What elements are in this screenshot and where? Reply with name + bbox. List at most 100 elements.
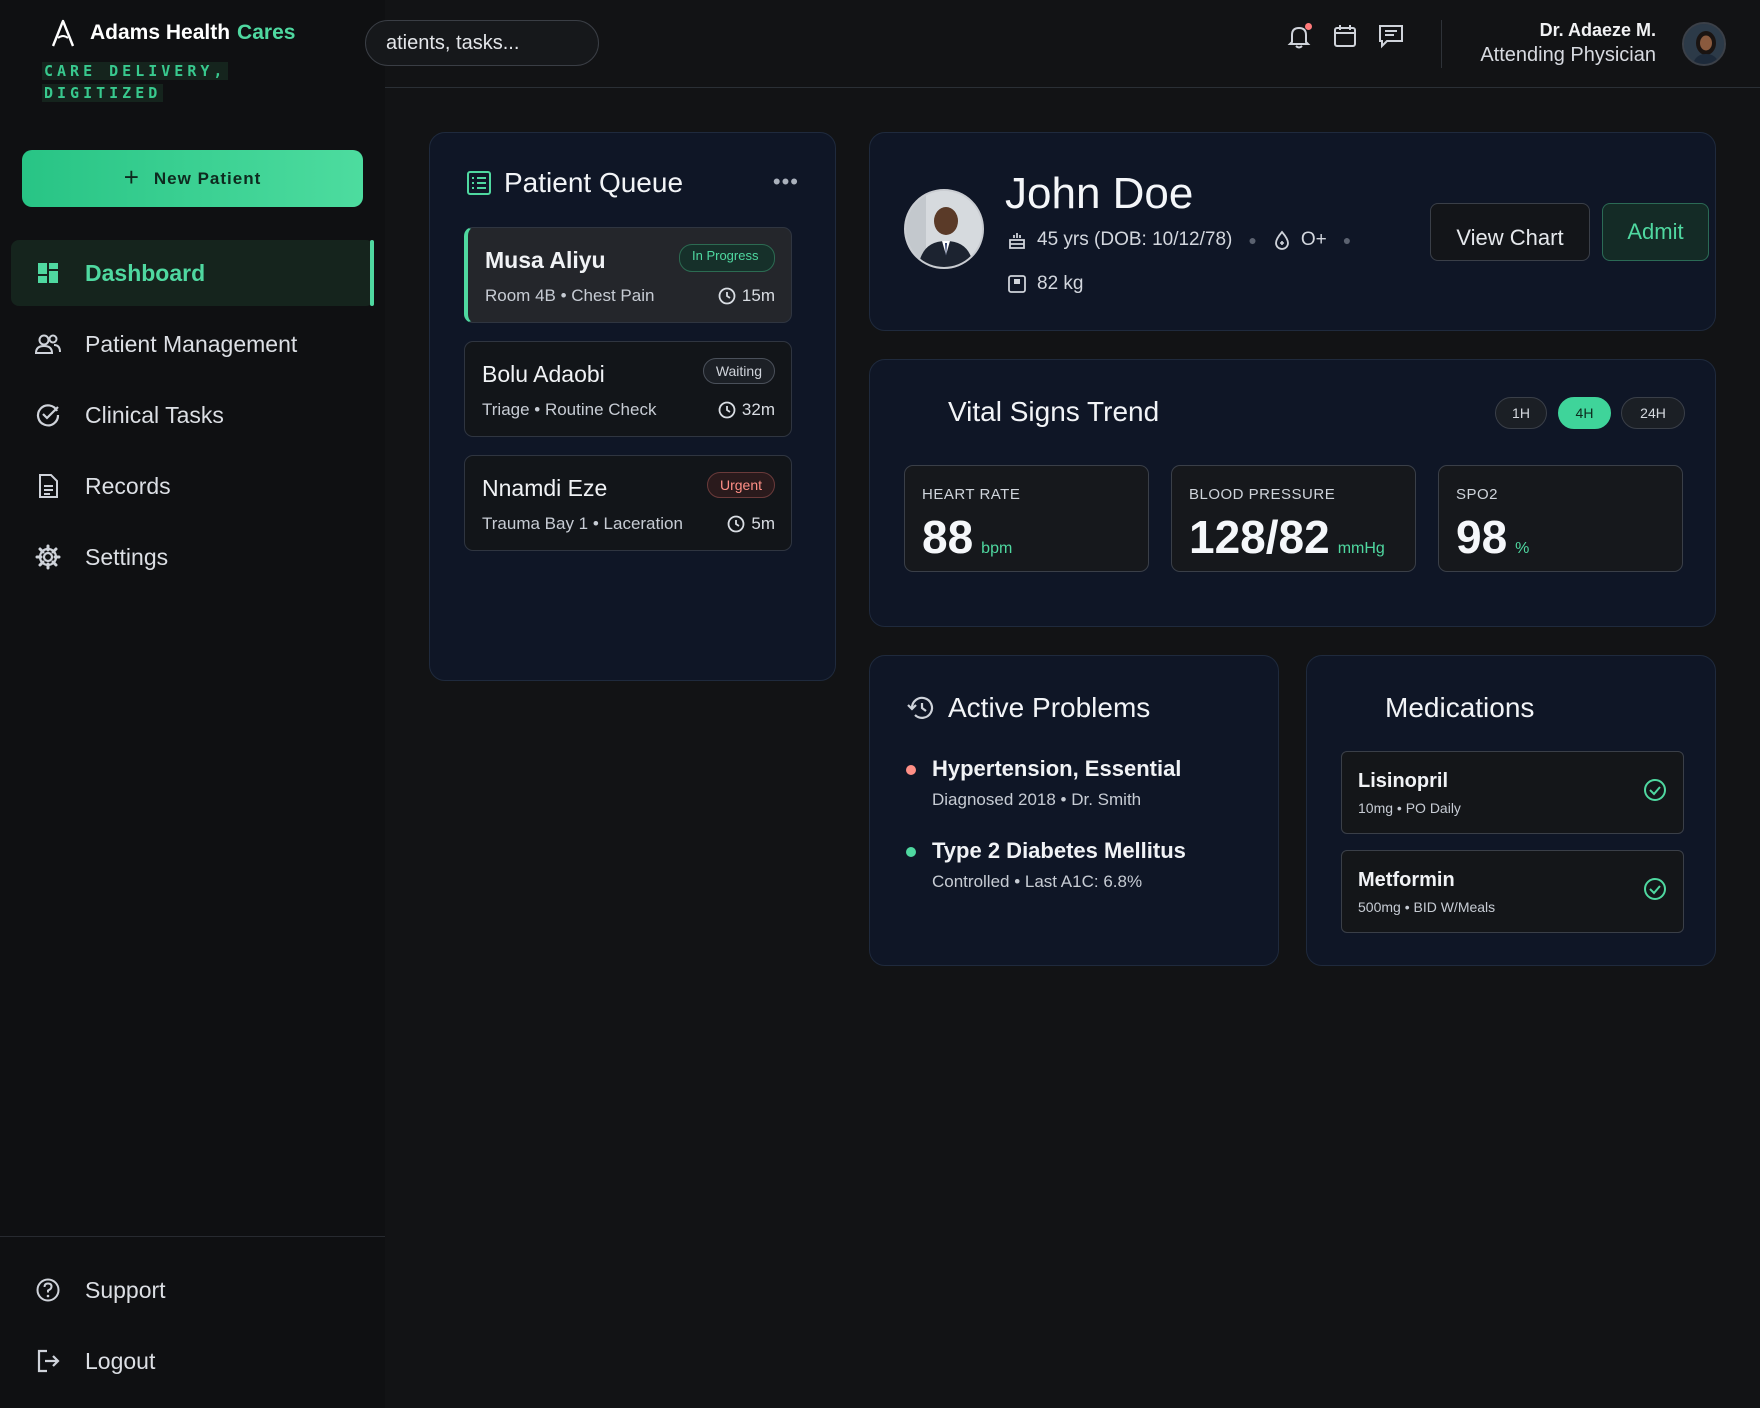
problem-status-dot xyxy=(906,847,916,857)
range-1h-button[interactable]: 1H xyxy=(1495,397,1547,429)
problem-detail: Controlled • Last A1C: 6.8% xyxy=(932,872,1143,891)
dashboard-icon xyxy=(33,258,63,288)
blood-drop-icon xyxy=(1274,230,1289,250)
vitals-title: Vital Signs Trend xyxy=(948,396,1160,427)
queue-patient-name: Bolu Adaobi xyxy=(482,361,605,387)
vital-label: HEART RATE xyxy=(922,486,1021,503)
sidebar-item-clinical-tasks[interactable]: Clinical Tasks xyxy=(11,382,374,448)
search-input[interactable]: atients, tasks... xyxy=(365,20,599,66)
active-problems-card: Active Problems Hypertension, Essential … xyxy=(869,655,1279,966)
brand[interactable]: Adams Health Cares xyxy=(50,18,300,48)
status-badge: Waiting xyxy=(702,358,775,384)
medication-dosage: 10mg • PO Daily xyxy=(1358,800,1461,816)
admit-button[interactable]: Admit xyxy=(1602,203,1709,261)
patient-age: 45 yrs (DOB: 10/12/78) xyxy=(1037,229,1233,250)
queue-title: Patient Queue xyxy=(504,167,684,198)
history-icon xyxy=(907,696,934,719)
problems-title: Active Problems xyxy=(948,692,1151,723)
patient-blood-type: O+ xyxy=(1300,229,1327,250)
spo2-tile: SPO2 98% xyxy=(1438,465,1683,572)
queue-patient-name: Nnamdi Eze xyxy=(482,475,608,501)
patient-meta: 45 yrs (DOB: 10/12/78) ● O+ ● xyxy=(1007,229,1357,251)
status-badge: In Progress xyxy=(679,244,775,272)
medication-item[interactable]: Metformin 500mg • BID W/Meals xyxy=(1341,850,1684,933)
sidebar-item-patient-management[interactable]: Patient Management xyxy=(11,311,374,377)
wait-time-value: 5m xyxy=(751,514,775,533)
queue-item[interactable]: Bolu Adaobi Triage • Routine Check Waiti… xyxy=(464,341,792,437)
vital-label: SPO2 xyxy=(1456,486,1499,503)
medication-name: Metformin xyxy=(1358,869,1455,891)
topbar: atients, tasks... Dr. Adaeze M. Attendin… xyxy=(365,0,1760,88)
view-chart-button[interactable]: View Chart xyxy=(1430,203,1590,261)
notification-dot xyxy=(1305,23,1312,30)
user-role: Attending Physician xyxy=(1480,44,1656,66)
medication-item[interactable]: Lisinopril 10mg • PO Daily xyxy=(1341,751,1684,834)
check-circle-icon xyxy=(33,400,63,430)
new-patient-button[interactable]: + New Patient xyxy=(22,150,363,207)
topbar-actions xyxy=(1285,22,1405,50)
sidebar-item-dashboard[interactable]: Dashboard xyxy=(11,240,374,306)
check-circle-icon xyxy=(1644,779,1666,801)
separator-dot: ● xyxy=(1342,232,1352,248)
range-24h-button[interactable]: 24H xyxy=(1621,397,1685,429)
document-icon xyxy=(33,471,63,501)
queue-patient-detail: Triage • Routine Check xyxy=(482,400,657,419)
status-badge: Urgent xyxy=(706,472,775,498)
vital-value: 128/82 mmHg xyxy=(1189,510,1385,564)
sidebar-item-support[interactable]: Support xyxy=(11,1257,374,1323)
weight-scale-icon xyxy=(1008,275,1026,293)
wait-time: 32m xyxy=(718,400,775,420)
brand-tagline: CARE DELIVERY, DIGITIZED xyxy=(42,60,232,104)
brand-name: Adams Health xyxy=(90,21,231,44)
problem-name: Type 2 Diabetes Mellitus xyxy=(932,838,1186,863)
logo-icon xyxy=(51,19,75,47)
sidebar-item-records[interactable]: Records xyxy=(11,453,374,519)
vital-unit: bpm xyxy=(981,540,1013,557)
sidebar-item-label: Logout xyxy=(85,1347,156,1374)
queue-patient-detail: Trauma Bay 1 • Laceration xyxy=(482,514,683,533)
birthday-cake-icon xyxy=(1009,233,1025,249)
queue-header: Patient Queue xyxy=(466,167,683,199)
help-circle-icon xyxy=(33,1275,63,1305)
patient-name: John Doe xyxy=(1005,169,1194,218)
gear-icon xyxy=(33,542,63,572)
sidebar-divider xyxy=(0,1236,385,1237)
vital-number: 98 xyxy=(1456,511,1508,563)
sidebar-item-label: Support xyxy=(85,1276,166,1303)
vital-label: BLOOD PRESSURE xyxy=(1189,486,1336,503)
bottom-nav: Support Logout xyxy=(11,1257,374,1399)
sidebar-item-logout[interactable]: Logout xyxy=(11,1328,374,1394)
notification-bell-icon[interactable] xyxy=(1285,22,1313,50)
wait-time: 5m xyxy=(727,514,775,534)
sidebar-item-label: Patient Management xyxy=(85,330,298,357)
sidebar-item-label: Clinical Tasks xyxy=(85,401,224,428)
range-4h-button[interactable]: 4H xyxy=(1558,397,1611,429)
vital-unit: % xyxy=(1515,540,1530,557)
blood-pressure-tile: BLOOD PRESSURE 128/82 mmHg xyxy=(1171,465,1416,572)
clock-icon xyxy=(727,515,745,533)
main-nav: Dashboard Patient Management Clinical Ta… xyxy=(11,240,374,595)
check-circle-icon xyxy=(1644,878,1666,900)
patient-avatar xyxy=(904,189,984,269)
vital-value: 98% xyxy=(1456,510,1529,564)
patient-weight: 82 kg xyxy=(1037,273,1084,294)
sidebar-item-label: Records xyxy=(85,472,171,499)
sidebar-item-settings[interactable]: Settings xyxy=(11,524,374,590)
vital-number: 88 xyxy=(922,511,974,563)
calendar-icon[interactable] xyxy=(1331,22,1359,50)
more-options-icon[interactable]: ••• xyxy=(773,169,799,195)
problem-status-dot xyxy=(906,765,916,775)
queue-item[interactable]: Musa Aliyu Room 4B • Chest Pain In Progr… xyxy=(464,227,792,323)
messages-icon[interactable] xyxy=(1377,22,1405,50)
patient-summary-card: John Doe 45 yrs (DOB: 10/12/78) ● O+ ● 8… xyxy=(869,132,1716,331)
user-avatar[interactable] xyxy=(1682,22,1726,66)
plus-icon: + xyxy=(123,161,140,192)
brand-name-accent: Cares xyxy=(237,21,296,44)
queue-item[interactable]: Nnamdi Eze Trauma Bay 1 • Laceration Urg… xyxy=(464,455,792,551)
tagline-line-2: DIGITIZED xyxy=(42,84,164,102)
queue-patient-name: Musa Aliyu xyxy=(485,247,606,273)
medications-card: Medications Lisinopril 10mg • PO Daily M… xyxy=(1306,655,1716,966)
vital-value: 88 bpm xyxy=(922,510,1012,564)
users-icon xyxy=(33,329,63,359)
vital-signs-card: Vital Signs Trend 1H 4H 24H HEART RATE 8… xyxy=(869,359,1716,627)
